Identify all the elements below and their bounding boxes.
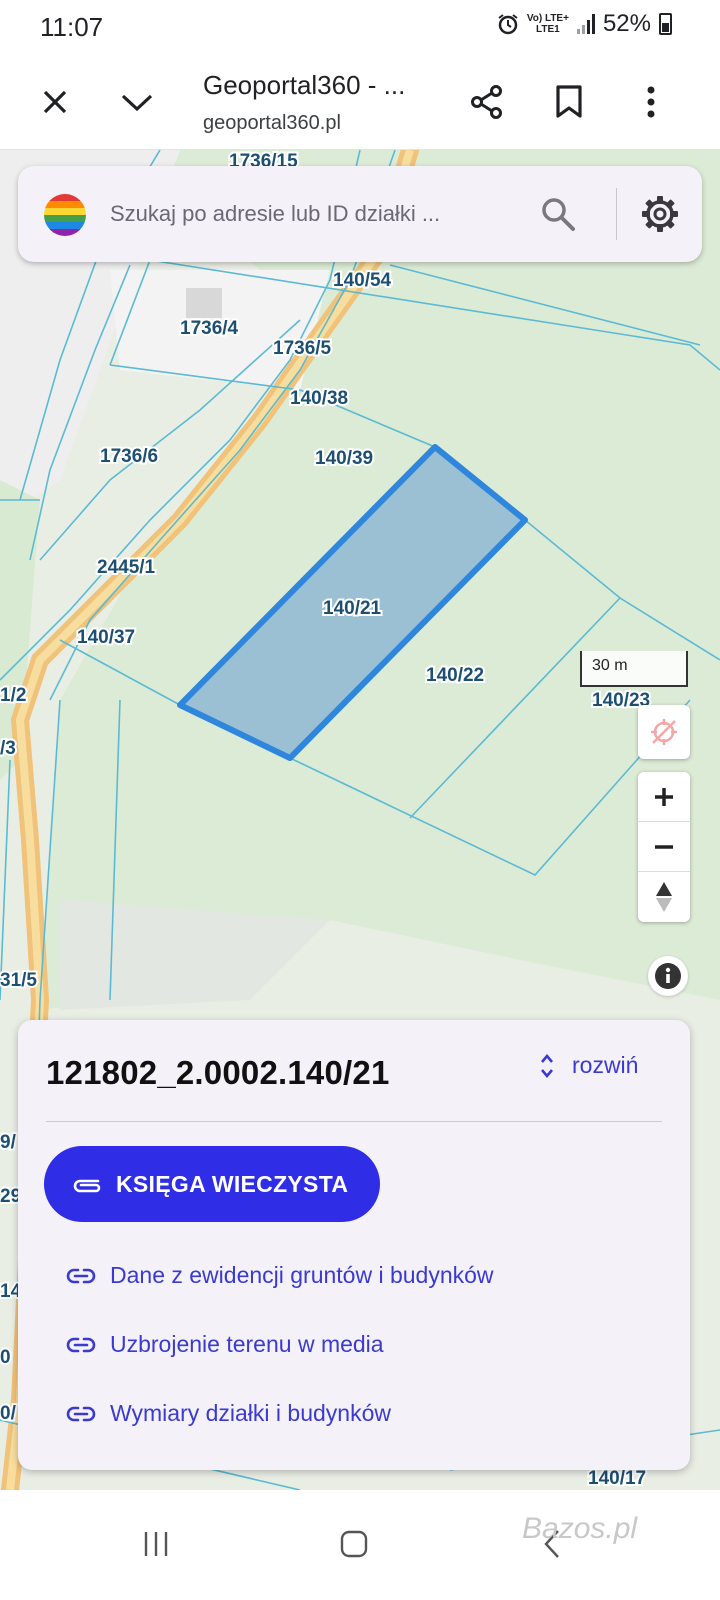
location-off-icon: [651, 719, 677, 745]
scale-label: 30 m: [592, 657, 628, 674]
status-bar: 11:07 Vo) LTE+ LTE1 52%: [0, 0, 720, 54]
compass-icon: [656, 882, 672, 912]
land-registry-button[interactable]: KSIĘGA WIECZYSTA: [44, 1146, 380, 1222]
watermark: Bazos.pl: [522, 1512, 638, 1545]
compass-button[interactable]: [638, 872, 690, 922]
recents-icon: [144, 1532, 168, 1556]
parcel-label[interactable]: 1736/6: [98, 444, 160, 469]
link-icon: [66, 1406, 96, 1421]
parcel-label[interactable]: 140/37: [75, 625, 137, 650]
panel-divider: [46, 1121, 662, 1122]
minimize-button[interactable]: [109, 74, 165, 130]
share-icon: [471, 85, 502, 119]
unfold-icon: [541, 1053, 553, 1078]
bookmark-icon: [556, 85, 582, 118]
search-bar[interactable]: [18, 166, 702, 262]
geoportal-logo: [44, 194, 86, 236]
page-title: Geoportal360 - ...: [203, 70, 406, 100]
more-options-button[interactable]: [623, 74, 679, 130]
battery-percent: 52%: [602, 10, 651, 37]
info-button[interactable]: [648, 956, 688, 996]
zoom-out-button[interactable]: [638, 822, 690, 872]
parcel-label[interactable]: 140/38: [288, 386, 350, 411]
zoom-controls: [638, 772, 690, 922]
link-utilities[interactable]: Uzbrojenie terenu w media: [66, 1331, 384, 1358]
zoom-in-button[interactable]: [638, 772, 690, 822]
link-land-records[interactable]: Dane z ewidencji gruntów i budynków: [66, 1262, 494, 1289]
map-scale: 30 m: [580, 651, 688, 687]
parcel-label[interactable]: 9/: [0, 1130, 19, 1155]
parcel-label[interactable]: 1736/4: [178, 316, 241, 341]
info-icon: [655, 963, 681, 989]
parcel-label[interactable]: 140/39: [313, 446, 375, 471]
system-nav-bar: Bazos.pl: [0, 1490, 720, 1600]
status-time: 11:07: [40, 12, 104, 42]
link-label: Wymiary działki i budynków: [110, 1400, 391, 1426]
parcel-label[interactable]: 1/2: [0, 683, 28, 708]
bookmark-button[interactable]: [541, 74, 597, 130]
parcel-label[interactable]: 140/54: [331, 268, 394, 293]
parcel-details-panel: 121802_2.0002.140/21 rozwiń KSIĘGA WIECZ…: [18, 1020, 690, 1470]
close-tab-button[interactable]: [27, 74, 83, 130]
parcel-label[interactable]: 140/17: [586, 1466, 648, 1490]
gear-icon[interactable]: [640, 194, 680, 234]
chevron-down-icon: [121, 94, 153, 112]
browser-toolbar: Geoportal360 - ... geoportal360.pl: [0, 54, 720, 150]
parcel-label[interactable]: /3: [0, 736, 18, 761]
signal-icon: [576, 14, 595, 34]
expand-button[interactable]: rozwiń: [540, 1052, 638, 1079]
parcel-label[interactable]: 31/5: [0, 968, 39, 993]
zoom-in-icon: [655, 787, 673, 806]
parcel-id: 121802_2.0002.140/21: [46, 1054, 390, 1091]
page-url[interactable]: geoportal360.pl: [203, 112, 341, 135]
share-button[interactable]: [459, 74, 515, 130]
parcel-label[interactable]: 140/21: [321, 596, 384, 621]
home-icon: [340, 1530, 368, 1558]
network-indicator: Vo) LTE+ LTE1: [526, 13, 569, 35]
parcel-label[interactable]: 1736/5: [271, 336, 334, 361]
status-icons: Vo) LTE+ LTE1 52%: [497, 10, 672, 38]
parcel-label[interactable]: 2445/1: [95, 555, 158, 580]
parcel-label[interactable]: 0/: [0, 1401, 19, 1426]
link-icon: [66, 1337, 96, 1352]
zoom-out-icon: [655, 844, 673, 849]
land-registry-label: KSIĘGA WIECZYSTA: [116, 1170, 349, 1197]
more-vert-icon: [647, 86, 655, 118]
link-dimensions[interactable]: Wymiary działki i budynków: [66, 1400, 391, 1427]
link-label: Uzbrojenie terenu w media: [110, 1331, 384, 1357]
search-icon[interactable]: [538, 194, 578, 234]
parcel-label[interactable]: 0: [0, 1345, 13, 1370]
battery-icon: [659, 13, 672, 35]
home-button[interactable]: [324, 1514, 384, 1574]
link-label: Dane z ewidencji gruntów i budynków: [110, 1262, 494, 1288]
alarm-icon: [498, 14, 518, 35]
parcel-label[interactable]: 140/22: [424, 663, 486, 688]
recent-apps-button[interactable]: [126, 1514, 186, 1574]
expand-label: rozwiń: [572, 1052, 639, 1078]
attachment-icon: [73, 1179, 101, 1193]
close-icon: [43, 90, 67, 114]
search-divider: [616, 188, 617, 240]
link-icon: [66, 1268, 96, 1283]
search-input[interactable]: [110, 196, 530, 232]
location-button[interactable]: [638, 705, 690, 759]
